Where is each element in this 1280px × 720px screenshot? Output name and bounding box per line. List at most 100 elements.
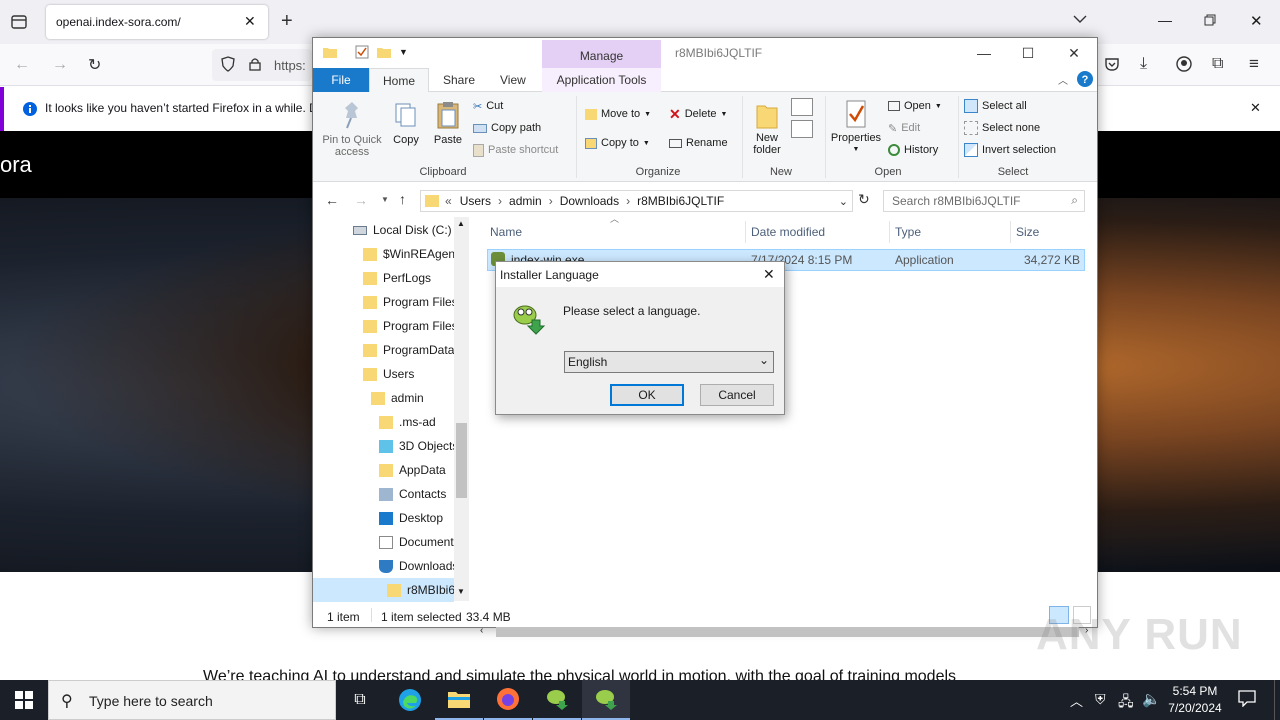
security-icon[interactable]: ⛨ [1095,691,1106,708]
ok-button[interactable]: OK [610,384,684,406]
column-divider[interactable] [1010,221,1011,243]
restore-icon[interactable] [1204,14,1216,26]
download-icon[interactable]: ⤓ [1140,55,1147,73]
breadcrumb-admin[interactable]: admin [509,194,542,208]
select-none-button[interactable]: Select none [964,118,1040,138]
refresh-icon[interactable]: ↻ [858,191,870,208]
nav-item[interactable]: Local Disk (C:) [313,218,454,242]
breadcrumb-overflow[interactable]: « [445,194,452,208]
move-to-button[interactable]: Move to ▼ [585,104,651,124]
nav-item[interactable]: Users [313,362,454,386]
close-icon[interactable]: ✕ [244,13,256,30]
copy-button[interactable]: Copy [391,98,421,146]
close-button[interactable]: ✕ [1051,38,1097,68]
nav-item[interactable]: Program Files [313,314,454,338]
minimize-icon[interactable]: — [1158,12,1172,28]
forward-arrow-icon[interactable]: → [52,56,68,74]
network-icon[interactable]: 🖧 [1118,691,1134,715]
tab-home[interactable]: Home [369,68,430,92]
pin-to-quick-access-button[interactable]: Pin to Quick access [319,98,385,158]
delete-button[interactable]: ✕ Delete ▼ [669,104,727,124]
new-folder-quick-icon[interactable] [377,46,391,58]
minimize-button[interactable]: — [961,38,1007,68]
new-tab-icon[interactable]: + [281,10,293,33]
copy-to-button[interactable]: Copy to ▼ [585,133,650,153]
nav-scrollbar[interactable]: ▲ ▼ [454,217,469,601]
installer-taskbar-icon-active[interactable] [582,680,630,720]
firefox-icon[interactable] [484,680,532,720]
properties-button[interactable]: Properties ▼ [829,98,883,156]
open-button[interactable]: Open ▼ [888,96,942,116]
nav-item[interactable]: $WinREAgent [313,242,454,266]
chevron-up-icon[interactable]: ▲ [457,219,465,228]
column-date-modified[interactable]: Date modified [751,225,825,239]
scrollbar-thumb[interactable] [496,626,1079,637]
edge-icon[interactable] [386,680,434,720]
paste-button[interactable]: Paste [433,98,463,146]
nav-item[interactable]: Desktop [313,506,454,530]
column-divider[interactable] [889,221,890,243]
new-folder-button[interactable]: New folder [747,98,787,156]
breadcrumb-current[interactable]: r8MBIbi6JQLTIF [637,194,724,208]
forward-arrow-icon[interactable]: → [354,192,368,208]
back-arrow-icon[interactable]: ← [14,56,30,74]
scrollbar-thumb[interactable] [456,423,467,498]
search-box[interactable]: Search r8MBIbi6JQLTIF ⌕ [883,190,1085,212]
volume-icon[interactable]: 🔈 [1142,690,1161,708]
history-button[interactable]: History [888,140,938,160]
properties-quick-icon[interactable] [355,45,369,59]
nav-item[interactable]: Program Files [313,290,454,314]
task-view-icon[interactable]: ⧉ [336,680,384,720]
chevron-down-icon[interactable] [1073,14,1087,24]
up-arrow-icon[interactable]: ↑ [399,191,406,207]
url-bar[interactable]: https: [212,49,312,81]
nav-item[interactable]: ProgramData [313,338,454,362]
start-button[interactable] [0,680,48,720]
edit-button[interactable]: ✎ Edit [888,118,920,138]
browser-tab[interactable]: openai.index-sora.com/ ✕ [46,5,268,39]
breadcrumb-users[interactable]: Users [460,194,491,208]
close-icon[interactable]: ✕ [1250,12,1263,30]
address-bar[interactable]: « Users › admin › Downloads › r8MBIbi6JQ… [420,190,853,212]
pocket-icon[interactable] [1104,56,1120,72]
tab-application-tools[interactable]: Application Tools [542,68,661,92]
rename-button[interactable]: Rename [669,133,728,153]
chevron-right-icon[interactable]: › [498,194,502,208]
menu-icon[interactable]: ≡ [1249,54,1259,74]
address-dropdown-icon[interactable]: ⌄ [839,195,848,208]
column-size[interactable]: Size [1016,225,1039,239]
notification-center-icon[interactable] [1238,689,1256,707]
help-icon[interactable]: ? [1077,71,1093,87]
column-type[interactable]: Type [895,225,921,239]
nav-item[interactable]: 3D Objects [313,434,454,458]
extensions-icon[interactable]: ⧉ [1212,55,1223,73]
close-icon[interactable]: ✕ [1250,100,1261,116]
customize-toolbar-icon[interactable]: ▼ [399,47,408,57]
installer-taskbar-icon[interactable] [533,680,581,720]
system-clock[interactable]: 5:54 PM 7/20/2024 [1160,683,1230,717]
cut-button[interactable]: ✂ Cut [473,96,503,116]
file-explorer-taskbar-icon[interactable] [435,680,483,720]
nav-item[interactable]: admin [313,386,454,410]
column-name[interactable]: Name [490,225,522,239]
nav-item[interactable]: Documents [313,530,454,554]
chevron-down-icon[interactable]: ▼ [457,587,465,596]
nav-item[interactable]: Contacts [313,482,454,506]
nav-item[interactable]: .ms-ad [313,410,454,434]
chevron-right-icon[interactable]: › [549,194,553,208]
language-select[interactable]: English ⌄ [564,351,774,373]
taskbar-search[interactable]: ⚲ Type here to search [48,680,336,720]
reload-icon[interactable]: ↻ [88,55,101,75]
back-arrow-icon[interactable]: ← [325,192,339,208]
nav-item[interactable]: Downloads [313,554,454,578]
select-all-button[interactable]: Select all [964,96,1027,116]
invert-selection-button[interactable]: Invert selection [964,140,1056,160]
nav-item[interactable]: AppData [313,458,454,482]
column-divider[interactable] [745,221,746,243]
new-item-icon[interactable] [791,98,813,116]
nav-item[interactable]: r8MBIbi6 [313,578,454,602]
tab-overview-icon[interactable] [10,13,28,31]
paste-shortcut-button[interactable]: Paste shortcut [473,140,558,160]
tab-file[interactable]: File [313,68,369,92]
chevron-up-icon[interactable]: ︿ [1058,72,1068,87]
